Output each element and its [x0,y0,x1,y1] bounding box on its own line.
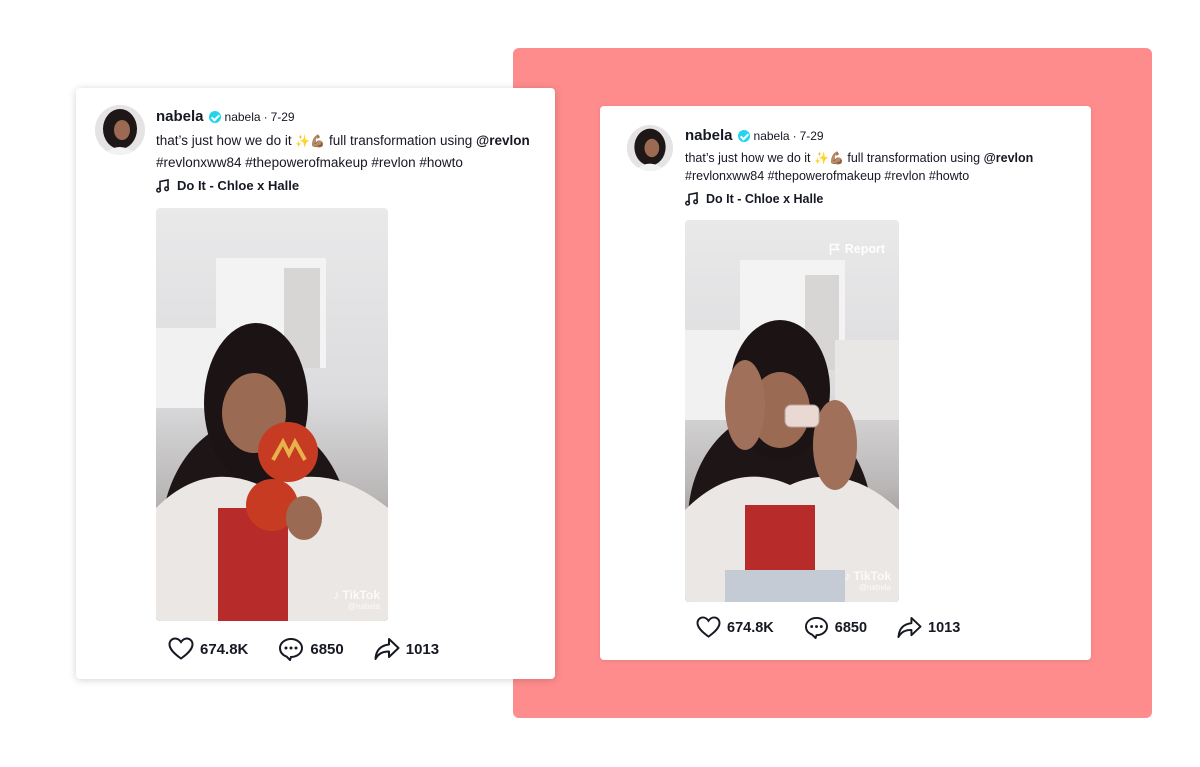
separator: · [263,109,268,124]
username[interactable]: nabela [685,127,733,144]
avatar[interactable] [95,105,145,155]
caption-text: that’s just how we do it [685,151,815,165]
video-frame [156,258,388,621]
share-button[interactable]: 1013 [374,637,439,661]
separator: · [792,128,797,143]
comment-count: 6850 [310,640,344,658]
engagement-stats: 674.8K 6850 1013 [168,637,469,661]
caption-emoji: ✨💪🏽 [295,134,326,148]
caption-emoji: ✨💪🏽 [814,151,844,165]
handle[interactable]: nabela [225,110,261,124]
post-date: 7-29 [799,128,824,143]
share-count: 1013 [928,619,961,636]
video-frame [685,260,899,602]
tiktok-watermark: ♪ TikTok @nabela [333,589,380,613]
verified-badge-icon [737,129,750,142]
share-icon [897,616,922,639]
like-count: 674.8K [200,640,249,658]
post-date: 7-29 [270,109,295,124]
comment-icon [279,637,304,661]
report-label: Report [844,242,885,256]
watermark-handle: @nabela [858,583,891,592]
comment-button[interactable]: 6850 [804,616,867,639]
avatar[interactable] [627,125,673,171]
tiktok-embed-card-left: nabela nabela · 7-29 that’s just how we … [76,88,555,679]
engagement-stats: 674.8K 6850 1013 [696,616,990,639]
like-button[interactable]: 674.8K [168,637,248,661]
like-button[interactable]: 674.8K [696,616,774,639]
tiktok-logo-icon: ♪ [844,569,851,583]
video-player[interactable]: ♪ TikTok @nabela [156,208,388,621]
comment-button[interactable]: 6850 [278,637,344,661]
watermark-logo-text: TikTok [342,588,380,602]
music-note-icon [685,192,699,206]
handle[interactable]: nabela [754,129,790,143]
tiktok-logo-icon: ♪ [333,588,340,602]
username[interactable]: nabela [156,108,204,125]
music-title: Do It - Chloe x Halle [177,178,300,193]
share-icon [374,638,400,660]
share-count: 1013 [405,640,440,658]
share-button[interactable]: 1013 [897,616,960,639]
flag-icon [829,243,840,255]
comment-count: 6850 [834,619,868,636]
verified-badge-icon [208,110,221,123]
video-player[interactable]: Report ♪ TikTok @nabela [685,220,899,602]
hashtags[interactable]: #revlonxww84 #thepowerofmakeup #revlon #… [156,155,463,170]
caption-text-cont: full transformation using [843,151,984,165]
like-count: 674.8K [727,619,774,636]
tiktok-embed-card-right: nabela nabela · 7-29 that’s just how we … [600,106,1091,660]
mention-link[interactable]: @revlon [984,151,1034,165]
comment-icon [804,616,828,639]
music-note-icon [156,178,170,193]
heart-icon [168,637,194,660]
mention-link[interactable]: @revlon [476,133,530,148]
heart-icon [696,616,721,638]
music-title: Do It - Chloe x Halle [706,192,824,206]
music-link[interactable]: Do It - Chloe x Halle [685,192,823,206]
caption-text-cont: full transformation using [325,133,477,148]
tiktok-watermark: ♪ TikTok @nabela [844,570,891,594]
music-link[interactable]: Do It - Chloe x Halle [156,178,299,193]
watermark-logo-text: TikTok [853,569,891,583]
hashtags[interactable]: #revlonxww84 #thepowerofmakeup #revlon #… [685,169,969,183]
report-button[interactable]: Report [829,242,885,256]
watermark-handle: @nabela [347,602,380,611]
caption-text: that’s just how we do it [156,133,296,148]
post-caption: that’s just how we do it ✨💪🏽 full transf… [685,149,1033,185]
post-caption: that’s just how we do it ✨💪🏽 full transf… [156,130,530,173]
